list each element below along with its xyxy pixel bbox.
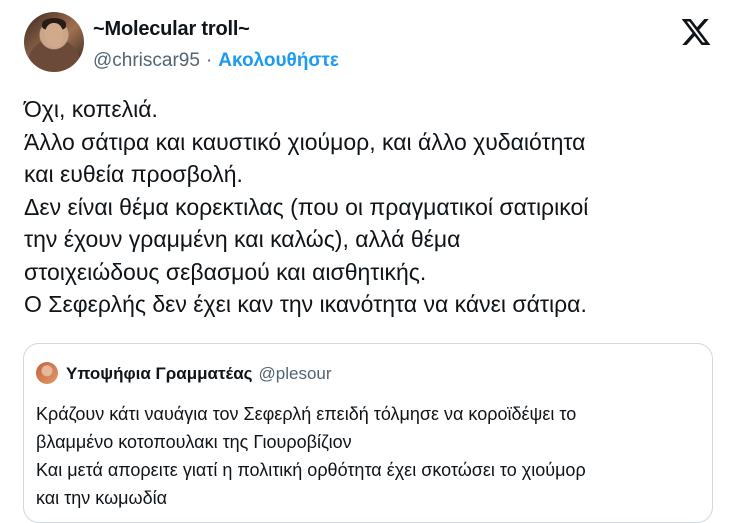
quote-body: Κράζουν κάτι ναυάγια τον Σεφερλή επειδή …	[36, 400, 706, 512]
quote-line: και την κωμωδία	[36, 488, 167, 508]
tweet-line: Άλλο σάτιρα και καυστικό χιούμορ, και άλ…	[24, 128, 586, 155]
tweet-line: την έχουν γραμμένη και καλώς), αλλά θέμα	[24, 226, 461, 252]
tweet-line: και ευθεία προσβολή.	[24, 161, 243, 187]
tweet-line: Ο Σεφερλής δεν έχει καν την ικανότητα να…	[24, 291, 587, 317]
quote-author-avatar[interactable]	[36, 362, 58, 384]
x-logo-icon[interactable]	[680, 16, 712, 48]
quote-line: Και μετά απορειτε γιατί η πολιτική ορθότ…	[36, 460, 586, 480]
tweet-line: Όχι, κοπελιά.	[24, 96, 158, 122]
quote-author-row: Υποψήφια Γραμματέας @plesour	[66, 364, 332, 384]
follow-button[interactable]: Ακολουθήστε	[218, 50, 339, 71]
author-handle-row: @chriscar95 · Ακολουθήστε	[93, 50, 339, 72]
separator: ·	[205, 50, 213, 71]
tweet-body: Όχι, κοπελιά. Άλλο σάτιρα και καυστικό χ…	[24, 93, 719, 321]
quote-author-name[interactable]: Υποψήφια Γραμματέας	[66, 364, 253, 383]
tweet-line: Δεν είναι θέμα κορεκτιλας (που οι πραγμα…	[24, 193, 589, 220]
author-display-name[interactable]: ~Molecular troll~	[93, 18, 250, 41]
avatar-face	[45, 23, 63, 47]
quote-author-handle[interactable]: @plesour	[259, 364, 332, 383]
quoted-tweet-card[interactable]: Υποψήφια Γραμματέας @plesour Κράζουν κάτι…	[23, 343, 713, 523]
quote-line: Κράζουν κάτι ναυάγια τον Σεφερλή επειδή …	[36, 404, 577, 424]
quote-line: βλαμμένο κοτοπουλακι της Γιουροβίζιον	[36, 432, 352, 452]
author-handle[interactable]: @chriscar95	[93, 50, 200, 71]
tweet-line: στοιχειώδους σεβασμού και αισθητικής.	[24, 258, 427, 285]
author-avatar[interactable]	[24, 12, 84, 72]
